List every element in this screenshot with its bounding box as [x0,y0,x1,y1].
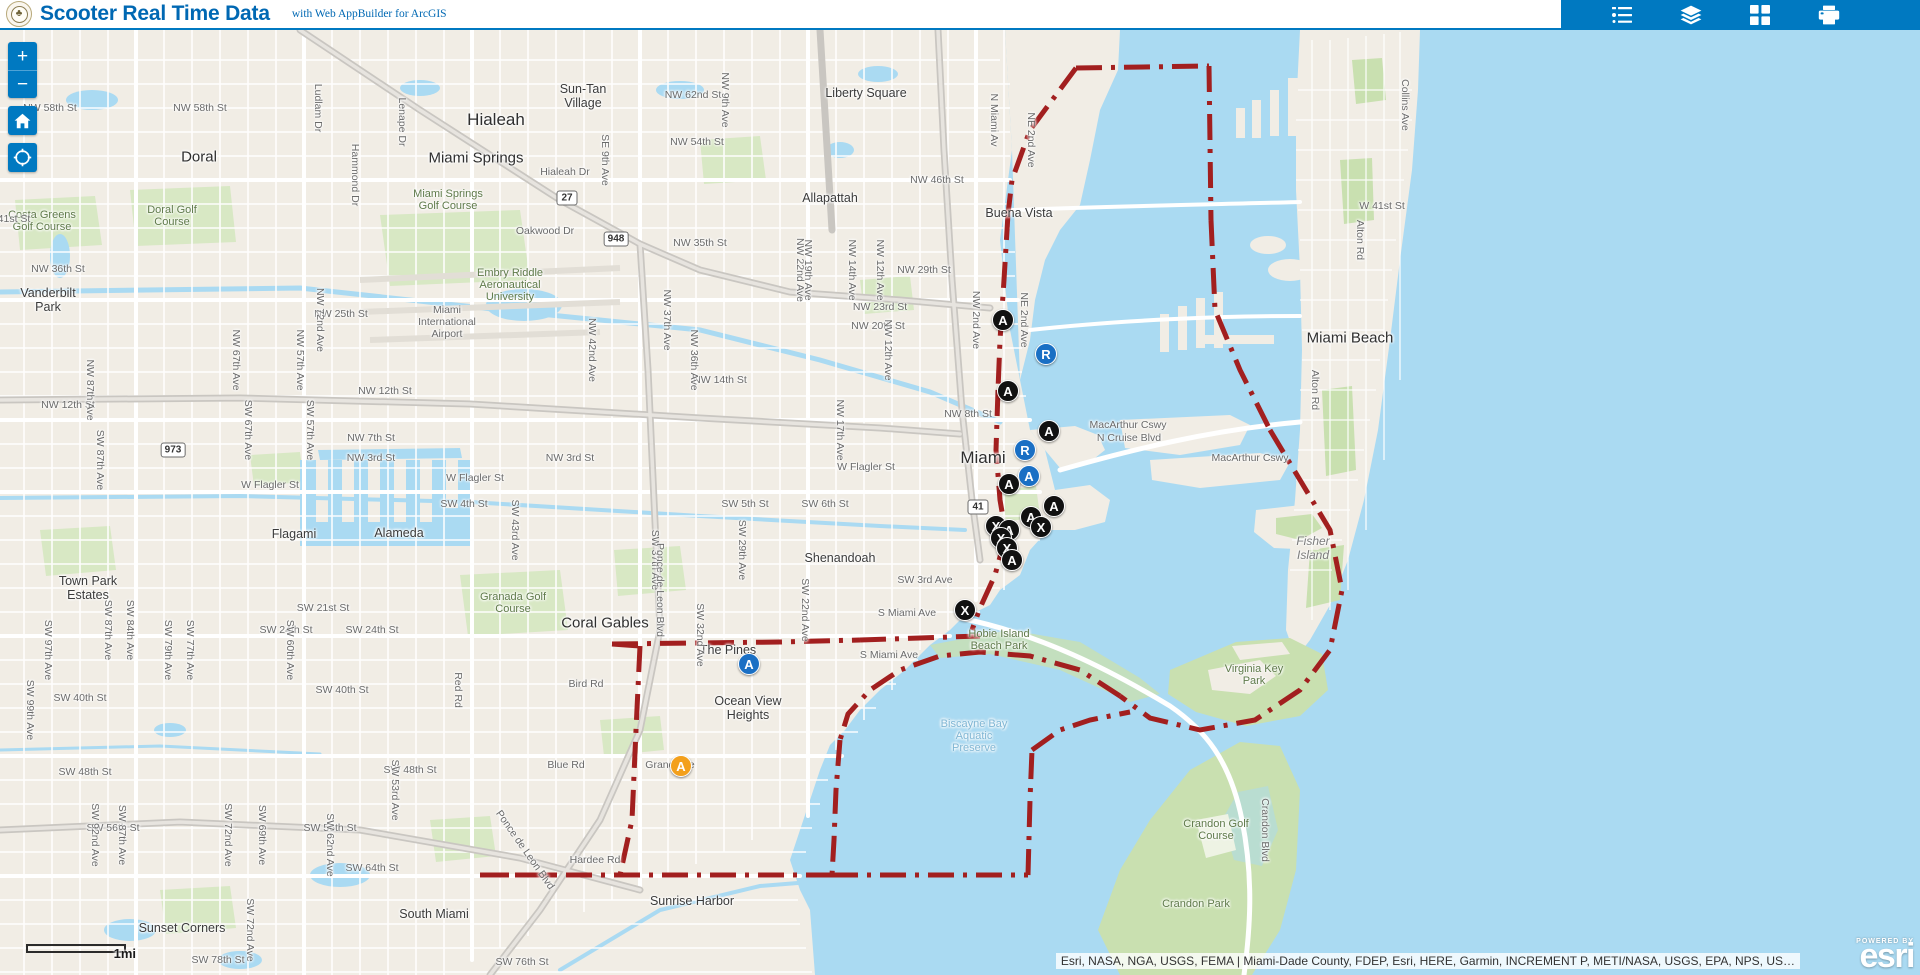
scale-bar: 1mi [26,944,136,961]
scooter-marker-a[interactable]: A [992,309,1014,331]
map-attribution: Esri, NASA, NGA, USGS, FEMA | Miami-Dade… [1055,953,1800,969]
scooter-marker-r[interactable]: R [1035,343,1057,365]
esri-wordmark: esri [1859,937,1916,975]
scooter-marker-x[interactable]: X [1030,516,1052,538]
zoom-control: + − [8,42,37,98]
scooter-marker-x[interactable]: X [954,599,976,621]
legend-list-icon [1612,7,1632,23]
basemap-canvas [0,30,1920,975]
scale-bar-ticks [26,946,126,953]
basemap-grid-icon [1750,5,1770,25]
scooter-marker-a[interactable]: A [738,653,760,675]
university-seal-icon: ♣ [6,1,32,27]
app-subtitle: with Web AppBuilder for ArcGIS [291,8,447,20]
scooter-marker-r[interactable]: R [1014,439,1036,461]
scooter-marker-a[interactable]: A [670,755,692,777]
scooter-marker-a[interactable]: A [998,473,1020,495]
esri-logo: POWERED BY esri [1856,937,1916,975]
scooter-marker-a[interactable]: A [1038,420,1060,442]
map-controls: + − [8,42,37,172]
legend-button[interactable] [1609,2,1635,28]
scooter-marker-a[interactable]: A [1018,465,1040,487]
zoom-in-button[interactable]: + [8,42,37,70]
home-icon [14,113,31,128]
header-toolbar [1561,0,1920,30]
scooter-marker-a[interactable]: A [997,380,1019,402]
app-header: ♣ Scooter Real Time Data with Web AppBui… [0,0,1920,30]
scooter-marker-a[interactable]: A [1043,495,1065,517]
locate-crosshair-icon [13,148,32,167]
scooter-marker-a[interactable]: A [1001,549,1023,571]
printer-icon [1818,5,1840,25]
seal-inner-glyph: ♣ [10,5,28,23]
zoom-out-button[interactable]: − [8,70,37,98]
basemap-gallery-button[interactable] [1747,2,1773,28]
locate-button[interactable] [8,143,37,172]
home-button[interactable] [8,106,37,135]
layers-stack-icon [1680,5,1702,25]
scale-bar-label: 1mi [113,946,136,961]
print-button[interactable] [1816,2,1842,28]
layer-list-button[interactable] [1678,2,1704,28]
page-title: Scooter Real Time Data [40,2,270,25]
map-view[interactable]: Hialeah Miami Springs Sun-Tan Village Liber… [0,30,1920,975]
